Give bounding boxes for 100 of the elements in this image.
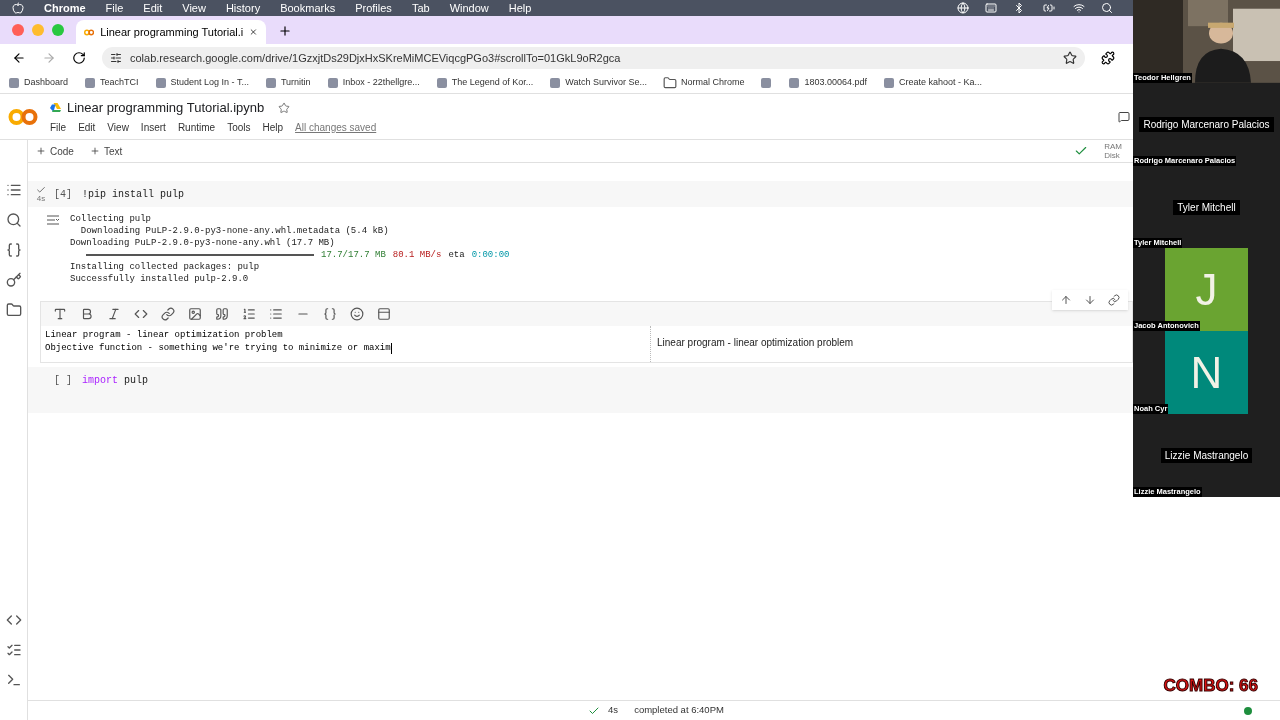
bookmark[interactable]: 1803.00064.pdf — [788, 75, 867, 90]
address-bar[interactable]: colab.research.google.com/drive/1GzxjtDs29DjxHxSKreMiMCEViqcgPGo3#scrollTo=01GkL9oR2gca — [102, 47, 1085, 69]
apple-icon[interactable] — [12, 2, 24, 14]
bookmark[interactable]: Create kahoot - Ka... — [883, 75, 983, 90]
output-toggle-icon[interactable] — [46, 215, 60, 225]
bookmark[interactable]: Student Log In - T... — [154, 75, 249, 90]
keyboard-icon[interactable] — [985, 2, 997, 14]
menu-app[interactable]: Chrome — [44, 0, 86, 17]
run-status-icon — [36, 185, 46, 195]
menu-item[interactable]: File — [105, 0, 124, 17]
output-text: 0:00:00 — [471, 249, 510, 261]
menu-item[interactable]: Bookmarks — [280, 0, 336, 17]
italic-icon[interactable] — [107, 307, 121, 321]
key-icon[interactable] — [5, 272, 22, 288]
markdown-preview: Linear program - linear optimization problem — [656, 336, 854, 350]
menu-item[interactable]: Tools — [227, 119, 251, 135]
braces-icon[interactable] — [323, 307, 337, 321]
menu-item[interactable]: Runtime — [177, 119, 216, 135]
site-icon — [8, 76, 20, 89]
output-text: 80.1 MB/s — [392, 249, 442, 261]
folder-icon[interactable] — [5, 302, 22, 318]
menu-item[interactable]: Insert — [140, 119, 166, 135]
site-icon — [84, 76, 97, 89]
link-icon[interactable] — [1108, 294, 1120, 306]
image-icon[interactable] — [188, 307, 202, 321]
add-cell-button[interactable]: Code — [36, 143, 74, 159]
output-text: Downloading PuLP-2.9.0-py3-none-any.whl (17.7 MB) — [70, 238, 335, 248]
menu-item[interactable]: View — [107, 119, 129, 135]
menu-item[interactable]: Edit — [78, 119, 96, 135]
menu-item[interactable]: Help — [262, 119, 284, 135]
back-icon[interactable] — [12, 51, 26, 65]
plus-icon — [36, 146, 46, 156]
site-settings-icon[interactable] — [110, 52, 122, 64]
numbered-list-icon[interactable] — [242, 307, 256, 321]
code-icon[interactable] — [134, 307, 148, 321]
combo-counter: COMBO: 66 — [1163, 674, 1258, 697]
execution-count[interactable]: [ ] — [54, 372, 78, 388]
participant-name: Rodrigo Marcenaro Palacios — [1139, 116, 1274, 132]
search-icon[interactable] — [1101, 2, 1113, 14]
battery-icon[interactable] — [1041, 2, 1057, 14]
bookmark[interactable] — [760, 76, 773, 89]
browser-tab[interactable]: Linear programming Tutorial.i — [76, 20, 266, 44]
globe-icon[interactable] — [957, 2, 969, 14]
bluetooth-icon[interactable] — [1013, 2, 1025, 14]
bookmark[interactable]: Normal Chrome — [662, 75, 745, 90]
command-palette-icon[interactable] — [5, 642, 22, 658]
table-of-contents-icon[interactable] — [5, 182, 22, 198]
notebook-title[interactable]: Linear programming Tutorial.ipynb — [67, 98, 265, 118]
bookmark[interactable]: The Legend of Kor... — [435, 75, 534, 90]
star-icon[interactable] — [278, 102, 291, 114]
site-icon — [326, 76, 339, 89]
code-icon[interactable] — [5, 612, 22, 628]
resource-label: Disk — [1104, 151, 1121, 160]
participant-name: Tyler Mitchell — [1173, 199, 1240, 215]
menu-item[interactable]: Help — [508, 0, 532, 17]
site-icon — [760, 76, 773, 89]
menu-item[interactable]: History — [225, 0, 261, 17]
menu-item[interactable]: Tab — [411, 0, 430, 17]
bookmark[interactable]: Inbox - 22thellgre... — [326, 75, 420, 90]
save-status-link[interactable]: All changes saved — [295, 119, 377, 135]
add-cell-button[interactable]: Text — [89, 143, 123, 159]
bullet-list-icon[interactable] — [269, 307, 283, 321]
site-icon — [435, 76, 448, 89]
wifi-icon[interactable] — [1073, 2, 1085, 14]
link-icon[interactable] — [161, 307, 175, 321]
table-icon[interactable] — [377, 307, 391, 321]
new-tab-icon[interactable] — [278, 24, 292, 38]
elapsed-time: 4s — [608, 703, 619, 718]
bold-icon[interactable] — [80, 307, 94, 321]
execution-count[interactable]: [4] — [54, 186, 78, 202]
move-up-icon[interactable] — [1060, 294, 1072, 306]
bookmark[interactable]: Dashboard — [8, 75, 69, 90]
menu-item[interactable]: Profiles — [355, 0, 392, 17]
colab-logo-icon — [84, 27, 95, 37]
menu-item[interactable]: Window — [449, 0, 489, 17]
output-text: Downloading PuLP-2.9.0-py3-none-any.whl.metadata (5.4 kB) — [79, 226, 389, 236]
comment-icon[interactable] — [1118, 110, 1130, 123]
bookmark[interactable]: Turnitin — [264, 75, 311, 90]
reload-icon[interactable] — [72, 51, 86, 65]
bookmark-star-icon[interactable] — [1063, 51, 1077, 65]
variables-icon[interactable] — [5, 242, 22, 258]
code-line[interactable]: import pulp — [82, 372, 149, 388]
code-line[interactable]: !pip install pulp — [82, 186, 185, 202]
colab-logo-icon[interactable] — [8, 107, 38, 126]
move-down-icon[interactable] — [1084, 294, 1096, 306]
menu-item[interactable]: File — [50, 119, 67, 135]
quote-icon[interactable] — [215, 307, 229, 321]
extensions-icon[interactable] — [1101, 51, 1115, 65]
bookmark[interactable]: Watch Survivor Se... — [549, 75, 647, 90]
emoji-icon[interactable] — [350, 307, 364, 321]
code-cell[interactable]: [ ] import pulp — [28, 367, 1133, 413]
menu-item[interactable]: Edit — [143, 0, 163, 17]
close-icon[interactable] — [249, 26, 258, 38]
search-icon[interactable] — [5, 212, 22, 228]
code-cell[interactable]: 4s [4] !pip install pulp — [28, 181, 1133, 207]
text-size-icon[interactable] — [53, 307, 67, 321]
menu-item[interactable]: View — [182, 0, 206, 17]
terminal-icon[interactable] — [5, 672, 22, 688]
bookmark[interactable]: TeachTCI — [84, 75, 139, 90]
markdown-editor[interactable]: Linear program - linear optimization problem Objective function - something we're trying to minimize or maxim — [41, 326, 651, 362]
